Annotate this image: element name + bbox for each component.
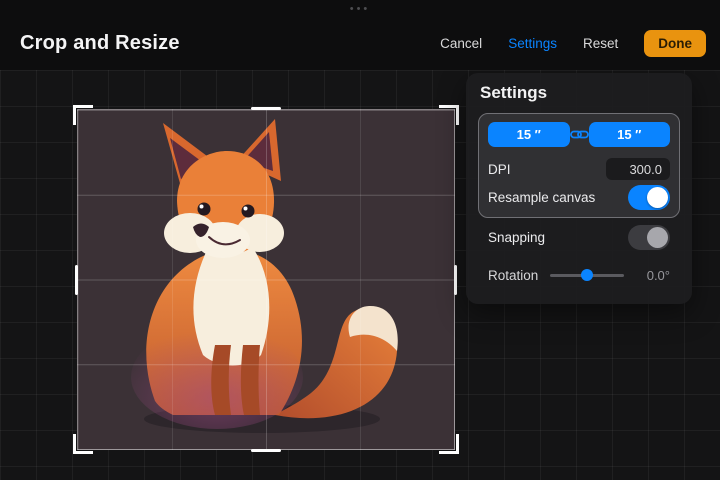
settings-panel: Settings 15 ″ 15 ″ DPI 300.0 Resample ca…: [466, 73, 692, 304]
settings-tab-button[interactable]: Settings: [508, 36, 557, 51]
height-button[interactable]: 15 ″: [588, 122, 670, 147]
titlebar-actions: Cancel Settings Reset Done: [440, 30, 706, 57]
done-button[interactable]: Done: [644, 30, 706, 57]
titlebar-row: Crop and Resize Cancel Settings Reset Do…: [20, 30, 706, 57]
dpi-row: DPI 300.0: [488, 155, 670, 183]
crop-handle-bottom-left[interactable]: [73, 434, 93, 454]
rotation-slider[interactable]: [550, 268, 624, 282]
rotation-value: 0.0°: [646, 267, 670, 283]
resample-toggle[interactable]: [628, 184, 670, 210]
rotation-label: Rotation: [488, 267, 539, 283]
resample-label: Resample canvas: [488, 189, 596, 205]
resample-toggle-knob: [647, 186, 668, 208]
grab-handle-dots: •••: [349, 3, 371, 15]
settings-heading: Settings: [480, 83, 548, 102]
crop-thirds-grid: [77, 109, 455, 450]
titlebar: ••• Crop and Resize Cancel Settings Rese…: [0, 0, 720, 70]
dpi-value-field[interactable]: 300.0: [606, 158, 670, 180]
crop-handle-top[interactable]: [251, 107, 281, 110]
snapping-row: Snapping: [478, 221, 680, 254]
rotation-slider-thumb[interactable]: [581, 269, 593, 281]
crop-handle-top-right[interactable]: [439, 105, 459, 125]
dpi-label: DPI: [488, 161, 511, 177]
page-title: Crop and Resize: [20, 32, 180, 54]
snapping-toggle-knob: [647, 227, 668, 248]
crop-handle-bottom[interactable]: [251, 449, 281, 452]
snapping-toggle[interactable]: [628, 225, 670, 250]
crop-handle-right[interactable]: [454, 264, 457, 295]
canvas-workspace[interactable]: Settings 15 ″ 15 ″ DPI 300.0 Resample ca…: [0, 70, 720, 480]
cancel-button[interactable]: Cancel: [440, 36, 482, 51]
crop-handle-bottom-right[interactable]: [439, 434, 459, 454]
crop-handle-left[interactable]: [75, 264, 78, 295]
resample-row: Resample canvas: [488, 183, 670, 211]
link-icon[interactable]: [569, 128, 589, 141]
width-button[interactable]: 15 ″: [488, 122, 570, 147]
crop-region[interactable]: [73, 105, 459, 454]
crop-handle-top-left[interactable]: [73, 105, 93, 125]
snapping-label: Snapping: [488, 230, 546, 245]
dimensions-row: 15 ″ 15 ″: [488, 122, 670, 147]
dimensions-group: 15 ″ 15 ″ DPI 300.0 Resample canvas: [478, 113, 680, 218]
crop-and-resize-screen: ••• Crop and Resize Cancel Settings Rese…: [0, 0, 720, 480]
rotation-row: Rotation 0.0°: [478, 258, 680, 292]
reset-button[interactable]: Reset: [583, 36, 618, 51]
